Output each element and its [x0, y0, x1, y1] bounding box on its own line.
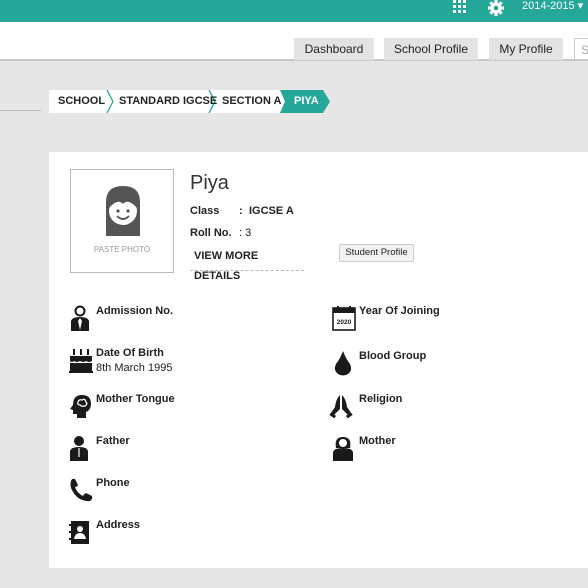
- phone-icon: [70, 478, 93, 502]
- mother-tongue-label: Mother Tongue: [96, 393, 175, 405]
- birthday-cake-icon: [69, 349, 93, 373]
- paste-photo-caption: PASTE PHOTO: [93, 245, 151, 254]
- calendar-icon-year: 2020: [337, 319, 352, 326]
- dob-label: Date Of Birth: [96, 347, 164, 359]
- calendar-icon: 2020: [332, 306, 356, 331]
- top-bar: 2014-2015 ▾: [0, 0, 588, 22]
- class-value: IGCSE A: [249, 205, 294, 217]
- roll-label: Roll No.: [190, 227, 232, 239]
- academic-year-selector[interactable]: 2014-2015 ▾: [522, 0, 583, 12]
- tab-my-profile[interactable]: My Profile: [489, 38, 563, 60]
- breadcrumb-standard[interactable]: STANDARD IGCSE: [119, 90, 217, 113]
- breadcrumb-current: PIYA: [294, 95, 319, 107]
- student-photo[interactable]: PASTE PHOTO: [70, 169, 174, 273]
- father-label: Father: [96, 435, 130, 447]
- blood-drop-icon: [334, 351, 352, 376]
- tab-dashboard[interactable]: Dashboard: [294, 38, 374, 60]
- student-card: PASTE PHOTO Piya Class : IGCSE A Roll No…: [49, 152, 588, 568]
- dob-value: 8th March 1995: [96, 362, 173, 374]
- apps-grid-icon[interactable]: [453, 0, 469, 14]
- phone-label: Phone: [96, 477, 130, 489]
- admission-label: Admission No.: [96, 305, 174, 317]
- search-input[interactable]: S: [574, 38, 588, 60]
- father-icon: [70, 436, 88, 461]
- mother-icon: [333, 437, 353, 461]
- religion-label: Religion: [359, 393, 403, 405]
- year-of-joining-label: Year Of Joining: [359, 305, 440, 317]
- divider: [0, 110, 41, 111]
- nav-bar: Dashboard School Profile My Profile S: [0, 22, 588, 61]
- praying-hands-icon: [329, 395, 353, 419]
- address-label: Address: [96, 519, 141, 531]
- class-label: Class: [190, 205, 220, 217]
- admission-icon: [71, 305, 89, 331]
- blood-group-label: Blood Group: [359, 350, 427, 362]
- girl-avatar-icon: [106, 186, 140, 236]
- breadcrumb-school[interactable]: SCHOOL: [58, 90, 105, 113]
- view-more-details-link[interactable]: VIEW MORE DETAILS: [190, 246, 304, 282]
- mother-label: Mother: [359, 435, 396, 447]
- student-name: Piya: [190, 172, 229, 194]
- tab-school-profile[interactable]: School Profile: [384, 38, 478, 60]
- breadcrumb-section[interactable]: SECTION A: [222, 90, 282, 113]
- class-separator: :: [239, 205, 243, 217]
- address-book-icon: [69, 521, 89, 544]
- roll-value: : 3: [239, 227, 252, 239]
- gear-icon[interactable]: [487, 0, 505, 16]
- head-brain-icon: [70, 395, 91, 418]
- student-profile-button[interactable]: Student Profile: [339, 244, 414, 262]
